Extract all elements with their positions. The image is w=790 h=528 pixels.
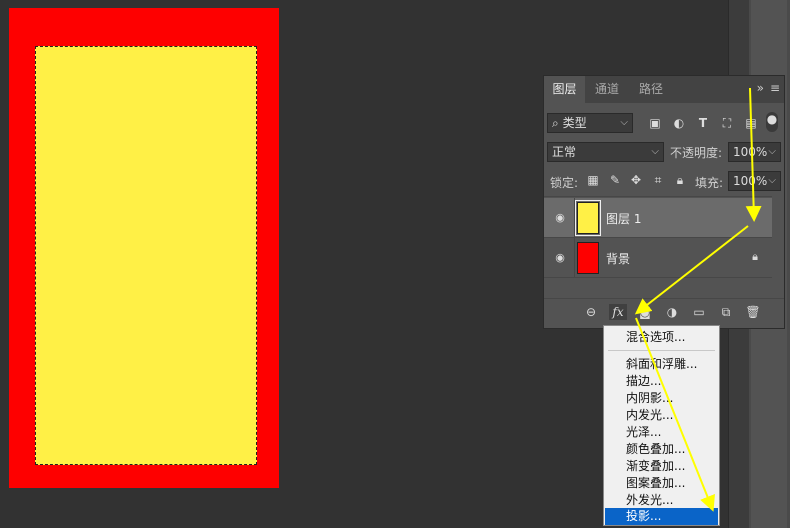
menu-item-satin[interactable]: 光泽...: [605, 424, 718, 441]
adjustment-layer-icon[interactable]: ◑: [663, 304, 681, 320]
blend-mode-value: 正常: [552, 145, 577, 159]
lock-transparent-icon[interactable]: ▦: [585, 173, 601, 187]
opacity-value: 100%: [733, 145, 768, 159]
menu-item-bevel-emboss[interactable]: 斜面和浮雕...: [605, 356, 718, 373]
menu-item-inner-shadow[interactable]: 内阴影...: [605, 390, 718, 407]
blend-mode-select[interactable]: 正常 ⌵: [547, 142, 664, 162]
visibility-eye-icon[interactable]: ◉: [552, 211, 568, 224]
smart-object-filter-icon[interactable]: ▤: [743, 116, 759, 130]
panel-controls: » ≡: [751, 81, 780, 95]
fill-value: 100%: [733, 174, 768, 188]
layer-filter-value: 类型: [562, 116, 587, 130]
new-layer-icon[interactable]: ⧉: [717, 304, 735, 320]
layer-name: 背景: [606, 252, 631, 266]
collapse-icon[interactable]: »: [757, 81, 764, 95]
delete-layer-icon[interactable]: 🗑︎: [744, 304, 762, 320]
panel-menu-icon[interactable]: ≡: [770, 81, 780, 95]
opacity-label: 不透明度:: [670, 146, 723, 160]
chevron-down-icon: ⌵: [651, 146, 659, 157]
adjustment-filter-icon[interactable]: ◐: [671, 116, 687, 130]
lock-artboard-icon[interactable]: ⌗: [650, 173, 666, 187]
menu-item-inner-glow[interactable]: 内发光...: [605, 407, 718, 424]
layer-name: 图层 1: [606, 212, 642, 226]
canvas-document[interactable]: [9, 8, 279, 488]
lock-position-icon[interactable]: ✥: [628, 173, 644, 187]
chevron-down-icon: ⌵: [768, 146, 776, 157]
chevron-down-icon: ⌵: [620, 117, 628, 128]
visibility-eye-icon[interactable]: ◉: [552, 251, 568, 264]
menu-item-blending-options[interactable]: 混合选项...: [605, 329, 718, 346]
search-icon: ⌕: [552, 116, 559, 130]
layer-style-menu: 混合选项... 斜面和浮雕... 描边... 内阴影... 内发光... 光泽.…: [603, 325, 720, 526]
lock-label: 锁定:: [550, 176, 579, 190]
menu-item-color-overlay[interactable]: 颜色叠加...: [605, 441, 718, 458]
layer-thumbnail: [575, 200, 601, 236]
opacity-field[interactable]: 100% ⌵: [728, 142, 781, 162]
menu-item-drop-shadow[interactable]: 投影...: [605, 508, 718, 525]
lock-all-icon[interactable]: 🔒︎: [672, 173, 688, 187]
layers-panel-footer: ⊖ fx ◙ ◑ ▭ ⧉ 🗑︎: [544, 298, 784, 327]
type-filter-icon[interactable]: T: [695, 116, 711, 130]
layers-panel: 图层 通道 路径 » ≡ ⌕ 类型 ⌵ ▣ ◐ T ⛶ ▤ ● 正常 ⌵ 不透明度…: [543, 75, 785, 329]
link-layers-icon[interactable]: ⊖: [582, 304, 600, 320]
filter-toggle-icon[interactable]: ●: [766, 112, 778, 132]
menu-item-outer-glow[interactable]: 外发光...: [605, 492, 718, 509]
panel-tabs: 图层 通道 路径 » ≡: [544, 76, 784, 103]
lock-paint-icon[interactable]: ✎: [607, 173, 623, 187]
chevron-down-icon: ⌵: [768, 175, 776, 186]
layer-filter-select[interactable]: ⌕ 类型 ⌵: [547, 113, 633, 133]
pixel-filter-icon[interactable]: ▣: [647, 116, 663, 130]
selection-marquee: [35, 46, 257, 465]
lock-icon: 🔒︎: [752, 250, 758, 263]
tab-layers[interactable]: 图层: [544, 76, 585, 103]
add-mask-icon[interactable]: ◙: [636, 304, 654, 320]
tab-paths[interactable]: 路径: [631, 76, 671, 103]
layer-thumbnail: [577, 242, 599, 274]
menu-separator: [608, 350, 715, 351]
fill-label: 填充:: [695, 176, 724, 190]
layer-row-layer1[interactable]: ◉ 图层 1: [544, 198, 772, 237]
menu-item-gradient-overlay[interactable]: 渐变叠加...: [605, 458, 718, 475]
menu-item-stroke[interactable]: 描边...: [605, 373, 718, 390]
layer-row-background[interactable]: ◉ 背景 🔒︎: [544, 238, 772, 277]
fx-button[interactable]: fx: [609, 304, 627, 320]
shape-filter-icon[interactable]: ⛶: [719, 116, 735, 130]
fill-field[interactable]: 100% ⌵: [728, 171, 781, 191]
menu-item-pattern-overlay[interactable]: 图案叠加...: [605, 475, 718, 492]
tab-channels[interactable]: 通道: [587, 76, 627, 103]
new-group-icon[interactable]: ▭: [690, 304, 708, 320]
